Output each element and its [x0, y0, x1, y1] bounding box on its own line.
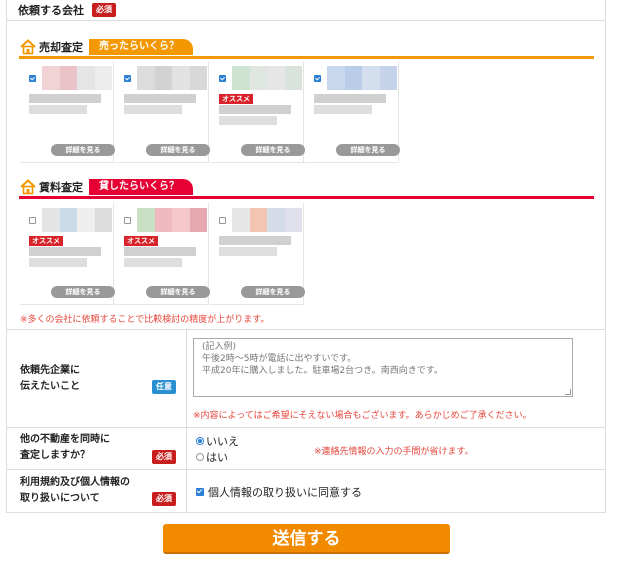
rent-accent-bar [19, 196, 594, 199]
terms-checkbox-label[interactable]: 個人情報の取り扱いに同意する [208, 484, 362, 500]
company-checkbox[interactable] [29, 75, 36, 82]
sale-tag: 売ったらいくら？ [89, 39, 193, 55]
company-name-blurred [219, 116, 277, 125]
company-logo [327, 66, 397, 90]
company-logo [137, 66, 207, 90]
divider [6, 20, 606, 21]
company-logo [42, 208, 112, 232]
company-name-blurred [29, 258, 87, 267]
recommended-badge: オススメ [29, 236, 63, 246]
company-name-blurred [124, 247, 196, 256]
recommended-badge: オススメ [124, 236, 158, 246]
required-badge: 必須 [152, 492, 176, 506]
detail-button[interactable]: 詳細を見る [146, 286, 210, 298]
company-name-blurred [29, 94, 101, 103]
recommended-badge: オススメ [219, 94, 253, 104]
company-card[interactable]: 詳細を見る [305, 61, 400, 163]
company-card[interactable]: オススメ詳細を見る [20, 203, 115, 305]
company-card[interactable]: 詳細を見る [115, 61, 210, 163]
required-badge: 必須 [92, 3, 116, 17]
sale-title: 売却査定 [39, 41, 83, 54]
company-checkbox[interactable] [124, 217, 131, 224]
message-note: ※内容によってはご希望にそえない場合もございます。あらかじめご了承ください。 [193, 411, 532, 421]
radio-yes[interactable] [196, 453, 204, 461]
placeholder-line: 午後2時～5時が電話に出やすいです。 [202, 354, 357, 364]
company-name-blurred [124, 105, 182, 114]
form-border-right [605, 0, 606, 512]
submit-button[interactable]: 送信する [163, 524, 450, 554]
divider [6, 512, 606, 513]
company-logo [232, 66, 302, 90]
company-name-blurred [219, 105, 291, 114]
message-label: 依頼先企業に 伝えたいこと [20, 365, 80, 392]
rent-tag: 貸したらいくら？ [89, 179, 193, 195]
detail-button[interactable]: 詳細を見る [51, 286, 115, 298]
detail-button[interactable]: 詳細を見る [241, 144, 305, 156]
company-logo [137, 208, 207, 232]
company-name-blurred [314, 94, 386, 103]
message-textarea[interactable]: (記入例) 午後2時～5時が電話に出やすいです。 平成20年に購入しました。駐車… [193, 338, 573, 397]
company-name-blurred [314, 105, 372, 114]
detail-button[interactable]: 詳細を見る [336, 144, 400, 156]
company-name-blurred [29, 247, 101, 256]
form-border-left [6, 0, 7, 512]
detail-button[interactable]: 詳細を見る [146, 144, 210, 156]
accuracy-note: ※多くの会社に依頼することで比較検討の精度が上がります。 [20, 315, 270, 325]
sale-accent-bar [19, 56, 594, 59]
company-header: 依頼する会社 必須 [18, 2, 116, 18]
terms-checkbox[interactable] [196, 488, 204, 496]
company-name-blurred [219, 236, 291, 245]
placeholder-line: 平成20年に購入しました。駐車場2台つき。南西向きです。 [202, 366, 443, 376]
rent-section-header: 賃料査定 貸したらいくら？ [20, 177, 193, 197]
divider [6, 427, 606, 428]
company-checkbox[interactable] [219, 217, 226, 224]
rent-title: 賃料査定 [39, 181, 83, 194]
terms-label: 利用規約及び個人情報の 取り扱いについて [20, 477, 130, 504]
company-checkbox[interactable] [124, 75, 131, 82]
company-label: 依頼する会社 [18, 4, 84, 17]
simultaneous-note: ※連絡先情報の入力の手間が省けます。 [314, 447, 474, 457]
company-logo [232, 208, 302, 232]
company-card[interactable]: 詳細を見る [210, 203, 305, 305]
house-icon [20, 39, 36, 55]
company-name-blurred [124, 94, 196, 103]
radio-no[interactable] [196, 437, 204, 445]
placeholder-line: (記入例) [202, 342, 237, 352]
optional-badge: 任意 [152, 380, 176, 394]
company-name-blurred [219, 247, 277, 256]
required-badge: 必須 [152, 450, 176, 464]
company-name-blurred [124, 258, 182, 267]
sale-section-header: 売却査定 売ったらいくら？ [20, 37, 193, 57]
company-checkbox[interactable] [29, 217, 36, 224]
house-icon [20, 179, 36, 195]
divider [6, 329, 606, 330]
simultaneous-label: 他の不動産を同時に 査定しますか？ [20, 434, 110, 461]
company-checkbox[interactable] [314, 75, 321, 82]
company-name-blurred [29, 105, 87, 114]
divider [6, 469, 606, 470]
label-column-divider [186, 330, 187, 513]
radio-yes-label[interactable]: はい [206, 449, 228, 465]
radio-no-label[interactable]: いいえ [206, 433, 239, 449]
company-card[interactable]: 詳細を見る [20, 61, 115, 163]
resize-handle[interactable] [565, 389, 571, 395]
company-card[interactable]: オススメ詳細を見る [115, 203, 210, 305]
detail-button[interactable]: 詳細を見る [241, 286, 305, 298]
detail-button[interactable]: 詳細を見る [51, 144, 115, 156]
company-logo [42, 66, 112, 90]
company-checkbox[interactable] [219, 75, 226, 82]
company-card[interactable]: オススメ詳細を見る [210, 61, 305, 163]
